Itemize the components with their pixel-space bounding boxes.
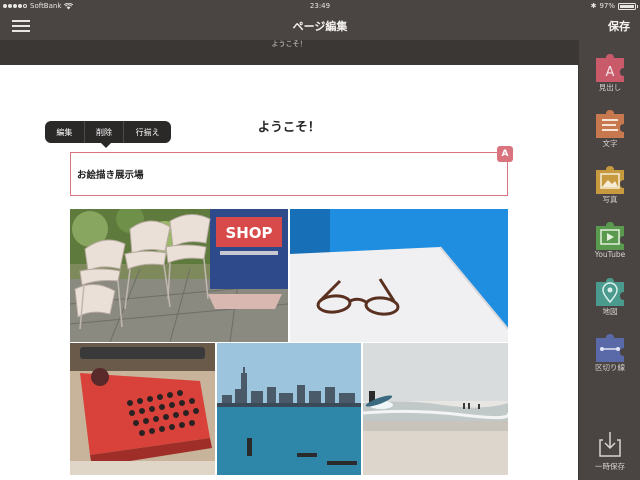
hamburger-menu-icon[interactable]	[12, 20, 30, 33]
add-heading-block[interactable]: A 見出し	[579, 40, 640, 96]
add-youtube-block[interactable]: YouTube	[579, 208, 640, 264]
bluetooth-icon: ✱	[590, 2, 597, 10]
map-icon	[594, 276, 626, 308]
tool-label-youtube: YouTube	[594, 250, 626, 259]
battery-percent: 97%	[599, 2, 615, 10]
typewriter-photo[interactable]	[70, 343, 215, 475]
tool-label-photo: 写真	[602, 195, 618, 204]
svg-text:A: A	[606, 65, 615, 80]
divider-icon	[594, 332, 626, 364]
youtube-icon	[594, 220, 626, 252]
surfer-beach-photo[interactable]	[363, 343, 508, 475]
page-canvas: ようこそ！ 編集 削除 行揃え お絵描き展示場 A SHOP	[0, 65, 578, 480]
add-text-block[interactable]: 文字	[579, 96, 640, 152]
add-map-block[interactable]: 地図	[579, 264, 640, 320]
text-icon	[594, 108, 626, 140]
heading-block-badge-icon: A	[497, 146, 513, 162]
battery-info: ✱ 97%	[590, 0, 638, 12]
status-bar: SoftBank 23:49 ✱ 97%	[0, 0, 640, 12]
heading-block-text: お絵描き展示場	[77, 170, 144, 181]
tool-label-text: 文字	[602, 139, 618, 148]
shop-sign-text: SHOP	[225, 224, 272, 242]
edit-popup-menu: 編集 削除 行揃え	[45, 121, 171, 148]
city-skyline-photo[interactable]	[217, 343, 361, 475]
temp-save-icon[interactable]	[594, 428, 626, 460]
add-photo-block[interactable]: 写真	[579, 152, 640, 208]
nav-bar: ページ編集 保存	[0, 12, 640, 40]
page-header-text: ようこそ！	[271, 40, 307, 48]
add-divider-block[interactable]: 区切り線	[579, 320, 640, 376]
block-palette-sidebar: A 見出し 文字 写真 YouTube 地図 区切り線 一時保存	[578, 40, 640, 480]
tool-label-map: 地図	[602, 307, 618, 316]
clock: 23:49	[309, 2, 331, 10]
selected-heading-block[interactable]: お絵描き展示場	[70, 152, 508, 196]
battery-icon	[618, 2, 638, 10]
align-button[interactable]: 行揃え	[123, 121, 171, 143]
edit-button[interactable]: 編集	[45, 121, 84, 143]
save-button[interactable]: 保存	[608, 18, 630, 34]
glasses-photo[interactable]	[290, 209, 508, 342]
temp-save-label: 一時保存	[595, 462, 625, 471]
heading-icon: A	[594, 52, 626, 84]
chairs-shop-photo[interactable]: SHOP	[70, 209, 288, 342]
page-header-preview[interactable]: ようこそ！	[0, 40, 578, 65]
photo-icon	[594, 164, 626, 196]
delete-button[interactable]: 削除	[83, 121, 124, 143]
tool-label-heading: 見出し	[598, 83, 622, 92]
page-title: ページ編集	[292, 20, 348, 33]
tool-label-divider: 区切り線	[595, 363, 625, 372]
